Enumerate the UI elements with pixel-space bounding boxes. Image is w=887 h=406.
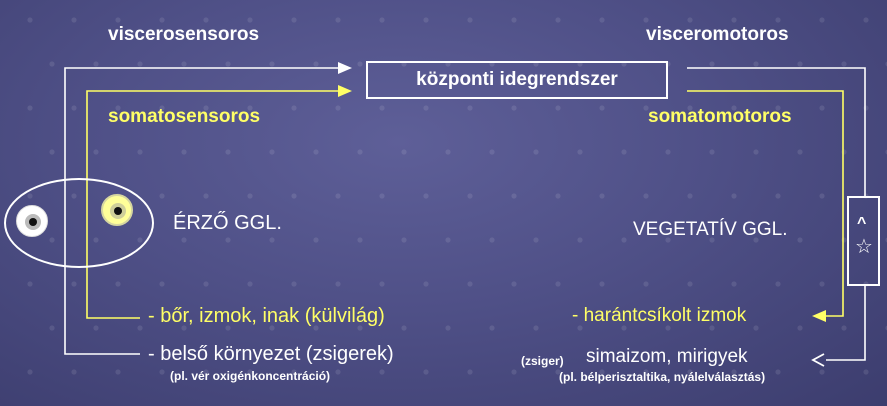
visceromotor-line-lower xyxy=(826,286,866,361)
cns-box: központi idegrendszer xyxy=(366,61,668,99)
up-arrow-icon: ^ xyxy=(857,215,867,232)
smooth-muscle-glands-label: simaizom, mirigyek xyxy=(586,346,748,367)
cns-label: központi idegrendszer xyxy=(416,69,618,90)
visceromotor-line xyxy=(687,67,866,196)
internal-environment-example: (pl. vér oxigénkoncentráció) xyxy=(170,369,331,383)
somatic-sensory-neuron-icon xyxy=(101,194,133,226)
vegetative-ganglion-label: VEGETATÍV GGL. xyxy=(633,219,788,240)
somatosensory-label: somatosensoros xyxy=(108,106,261,127)
somatomotor-arrowhead xyxy=(812,310,826,322)
striated-muscles-label: - harántcsíkolt izmok xyxy=(572,305,747,326)
skin-muscles-label: - bőr, izmok, inak (külvilág) xyxy=(148,305,385,327)
visceral-prefix: (zsiger) xyxy=(521,354,564,368)
sensory-ganglion-label: ÉRZŐ GGL. xyxy=(173,212,282,234)
viscerosensory-arrowhead xyxy=(338,62,352,74)
internal-environment-label: - belső környezet (zsigerek) xyxy=(148,343,394,365)
visceromotor-arrowhead xyxy=(811,353,825,367)
visceral-sensory-neuron-icon xyxy=(16,205,48,237)
viscerosensory-label: viscerosensoros xyxy=(108,24,260,45)
star-icon: ☆ xyxy=(855,234,873,258)
slide: viscerosensoros visceromotoros somatosen… xyxy=(0,0,887,406)
vegetative-ganglion-box: ^ ☆ xyxy=(847,196,880,286)
visceromotor-label: visceromotoros xyxy=(646,24,789,45)
somatomotor-label: somatomotoros xyxy=(648,106,792,127)
smooth-muscle-glands-example: (pl. bélperisztaltika, nyálelválasztás) xyxy=(559,370,766,384)
somatosensory-arrowhead xyxy=(338,85,352,97)
